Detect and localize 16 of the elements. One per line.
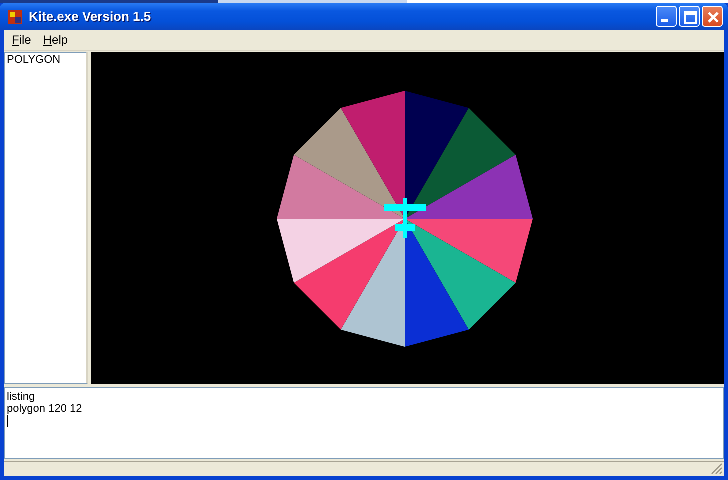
maximize-button[interactable] [679,6,700,27]
text-cursor [7,415,8,427]
turtle-icon [384,198,426,238]
menu-item[interactable]: Help [38,33,76,47]
list-item[interactable]: POLYGON [7,54,84,66]
minimize-button[interactable] [656,6,677,27]
console-line: listing [7,391,36,403]
resize-grip-icon[interactable] [711,463,723,475]
command-console[interactable]: listing polygon 120 12 [4,387,724,459]
close-button[interactable] [702,6,723,27]
console-line: polygon 120 12 [7,403,84,415]
procedure-list[interactable]: POLYGON [4,52,88,384]
menu-item[interactable]: File [7,33,38,47]
minimize-icon [661,19,668,22]
window-title: Kite.exe Version 1.5 [29,9,152,24]
app-icon [7,8,23,24]
